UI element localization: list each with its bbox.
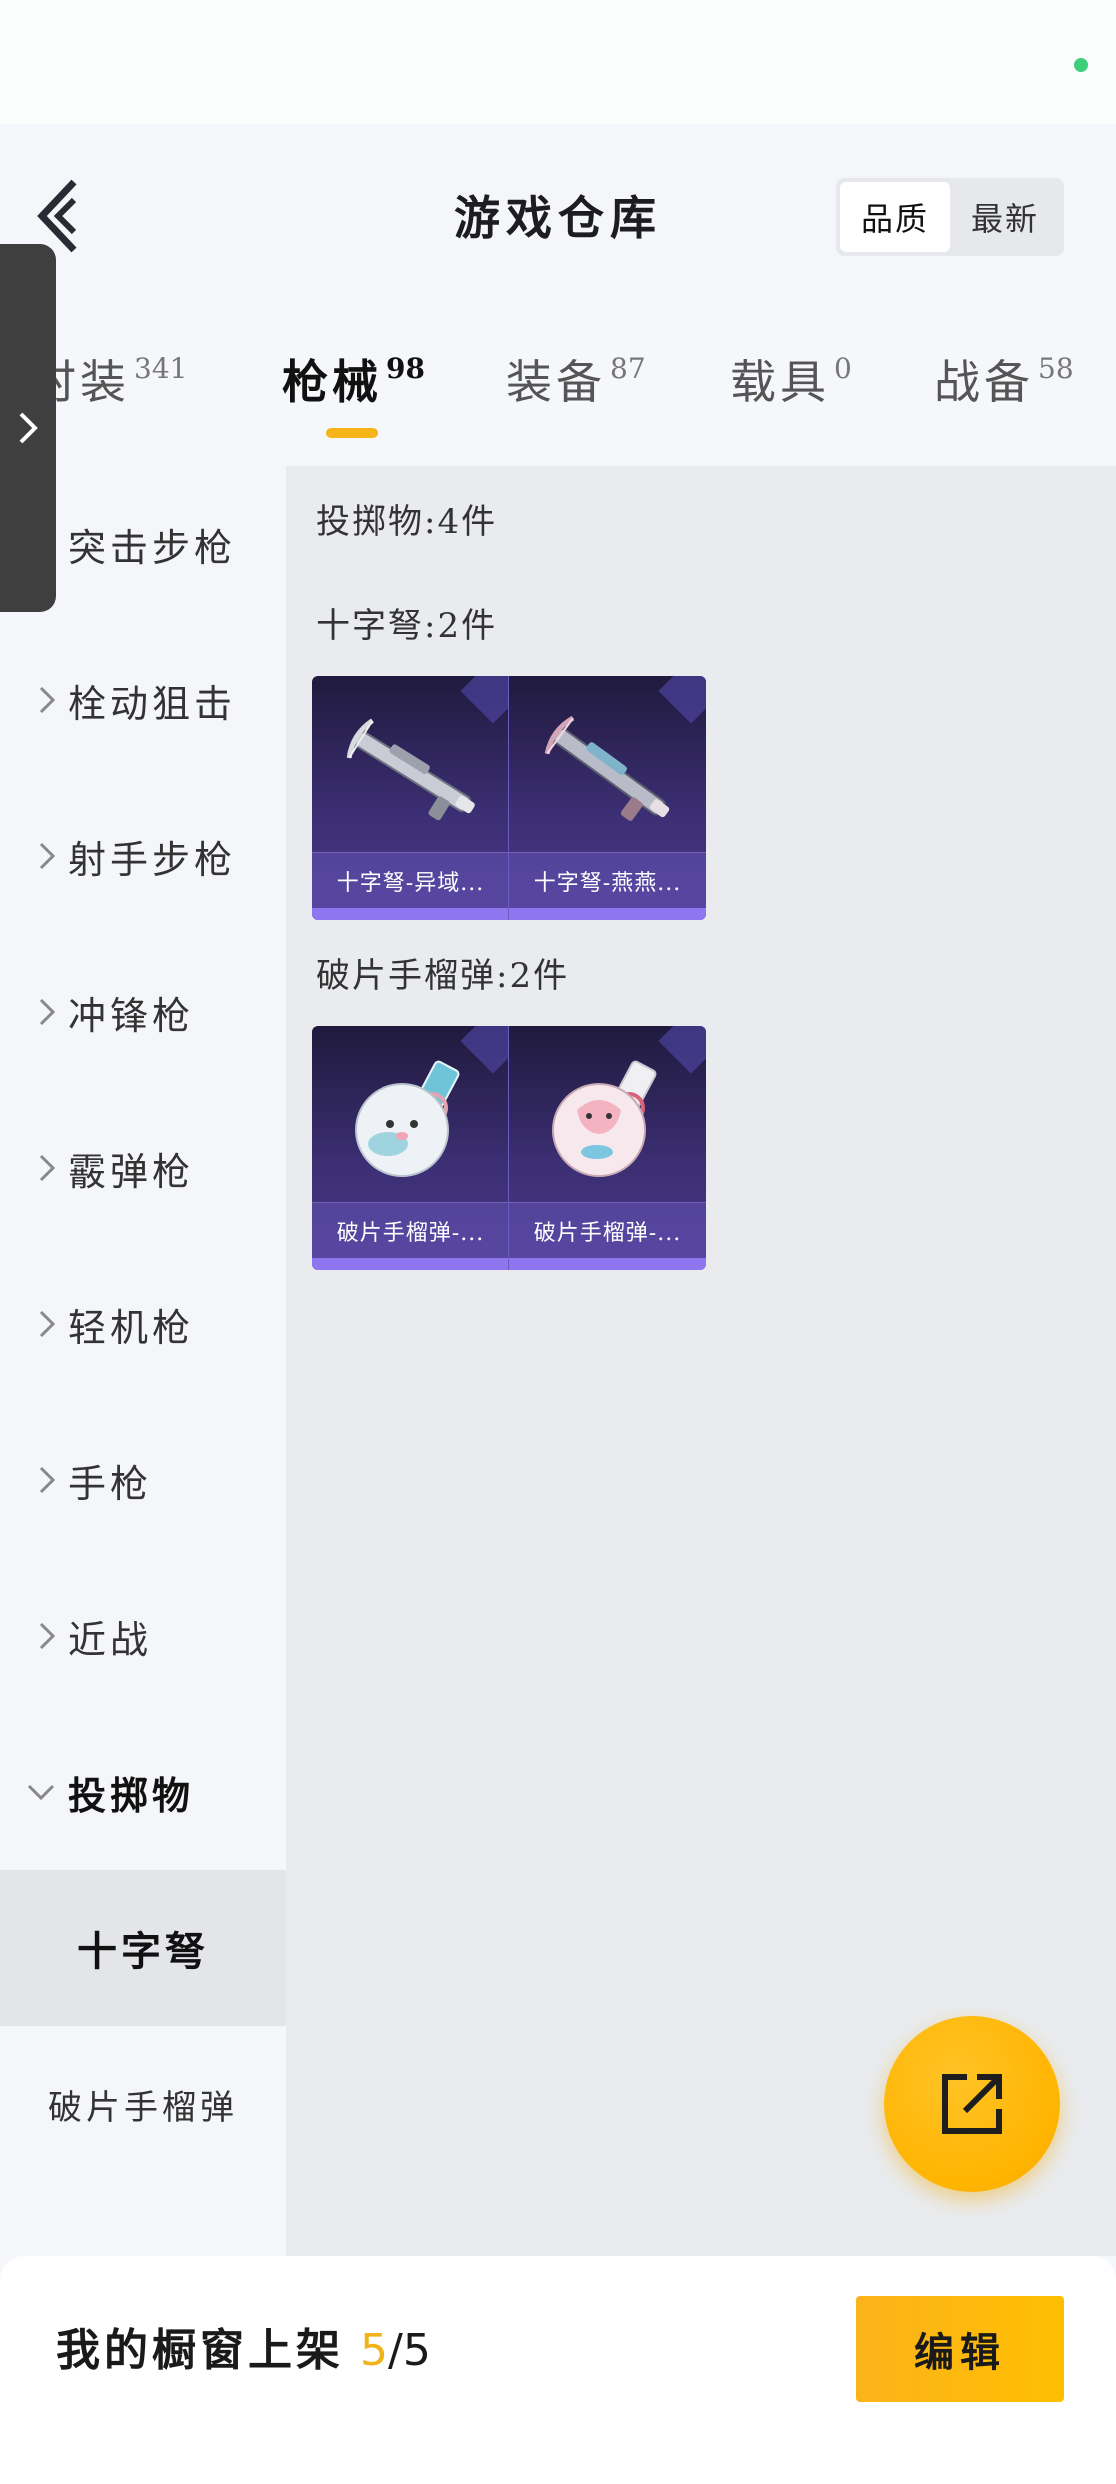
chevron-right-icon xyxy=(0,997,68,1027)
sidebar-item-smg[interactable]: 冲锋枪 xyxy=(0,934,286,1090)
share-icon xyxy=(942,2074,1002,2134)
chevron-right-icon xyxy=(0,685,68,715)
category-tabs: 时装 341 枪械 98 装备 87 载具 0 战备 58 xyxy=(0,320,1116,440)
tab-equipment[interactable]: 装备 87 xyxy=(506,346,646,412)
sort-option-newest[interactable]: 最新 xyxy=(950,182,1060,252)
group-title-crossbow: 十字弩:2件 xyxy=(316,606,498,646)
tab-count: 341 xyxy=(134,352,188,385)
sort-option-quality[interactable]: 品质 xyxy=(840,182,950,252)
sidebar-item-bolt-sniper[interactable]: 栓动狙击 xyxy=(0,622,286,778)
sidebar-item-lmg[interactable]: 轻机枪 xyxy=(0,1246,286,1402)
tab-count: 87 xyxy=(610,352,646,385)
group-title-frag-grenade: 破片手榴弹:2件 xyxy=(316,956,570,996)
showcase-shelf-status: 我的橱窗上架 5 / 5 xyxy=(56,2314,431,2378)
item-card[interactable]: 十字弩-燕燕... xyxy=(509,676,706,920)
rarity-bar xyxy=(509,908,706,920)
sort-toggle[interactable]: 品质 最新 xyxy=(836,178,1064,256)
chevron-right-icon xyxy=(0,1309,68,1339)
item-card[interactable]: 十字弩-异域... xyxy=(312,676,509,920)
sidebar: 突击步枪 栓动狙击 射手步枪 冲锋枪 霰弹枪 轻机枪 手枪 近战 投掷物 十字弩… xyxy=(0,466,286,2256)
rarity-bar xyxy=(509,1258,706,1270)
chevron-right-icon xyxy=(0,841,68,871)
status-dot xyxy=(1074,58,1088,72)
chevron-right-icon xyxy=(0,1621,68,1651)
sidebar-item-label: 栓动狙击 xyxy=(68,681,237,726)
tab-gear[interactable]: 战备 58 xyxy=(934,346,1074,412)
item-card[interactable]: 破片手榴弹-... xyxy=(312,1026,509,1270)
sidebar-subitem-label: 破片手榴弹 xyxy=(48,2087,238,2128)
chevron-right-icon xyxy=(0,1465,68,1495)
sidebar-item-label: 射手步枪 xyxy=(68,837,237,882)
tab-label: 战备 xyxy=(934,355,1034,409)
sidebar-item-shotgun[interactable]: 霰弹枪 xyxy=(0,1090,286,1246)
sidebar-item-throwables[interactable]: 投掷物 xyxy=(0,1714,286,1870)
sidebar-item-pistol[interactable]: 手枪 xyxy=(0,1402,286,1558)
item-card-label: 破片手榴弹-... xyxy=(509,1202,706,1258)
tab-count: 58 xyxy=(1038,352,1074,385)
chevron-right-icon xyxy=(19,412,38,444)
sidebar-item-melee[interactable]: 近战 xyxy=(0,1558,286,1714)
tab-count: 0 xyxy=(834,352,852,385)
grenade-icon xyxy=(355,1060,460,1177)
tab-label: 装备 xyxy=(506,355,606,409)
chevron-down-icon xyxy=(0,1783,68,1801)
tab-label: 枪械 xyxy=(282,355,382,409)
shelf-label: 我的橱窗上架 xyxy=(56,2325,344,2376)
grenade-card-row: 破片手榴弹-... 破片手榴弹-... xyxy=(312,1026,706,1270)
item-card[interactable]: 破片手榴弹-... xyxy=(509,1026,706,1270)
edit-button[interactable]: 编辑 xyxy=(856,2296,1064,2402)
crossbow-icon xyxy=(544,715,670,821)
active-tab-indicator xyxy=(326,428,378,438)
tab-count: 98 xyxy=(386,352,425,385)
sidebar-item-label: 突击步枪 xyxy=(68,525,237,570)
sidebar-item-label: 霰弹枪 xyxy=(68,1149,195,1194)
item-card-label: 十字弩-燕燕... xyxy=(509,852,706,908)
item-card-label: 破片手榴弹-... xyxy=(312,1202,508,1258)
item-card-label: 十字弩-异域... xyxy=(312,852,508,908)
sidebar-subitem-frag-grenade[interactable]: 破片手榴弹 xyxy=(0,2026,286,2182)
tab-label: 载具 xyxy=(730,355,830,409)
grenade-icon xyxy=(552,1060,657,1177)
crossbow-card-row: 十字弩-异域... 十字弩-燕燕... xyxy=(312,676,706,920)
throwables-summary: 投掷物:4件 xyxy=(316,502,498,542)
sidebar-item-label: 冲锋枪 xyxy=(68,993,195,1038)
status-bar xyxy=(0,0,1116,124)
tab-vehicles[interactable]: 载具 0 xyxy=(730,346,852,412)
side-panel-handle[interactable] xyxy=(0,244,56,612)
crossbow-icon xyxy=(346,718,475,821)
sidebar-item-label: 手枪 xyxy=(68,1461,153,1506)
share-fab[interactable] xyxy=(884,2016,1060,2192)
shelf-separator: / xyxy=(388,2325,403,2376)
sidebar-item-label: 近战 xyxy=(68,1617,153,1662)
sidebar-subitem-crossbow[interactable]: 十字弩 xyxy=(0,1870,286,2026)
sidebar-subitem-label: 十字弩 xyxy=(77,1928,209,1975)
chevron-right-icon xyxy=(0,1153,68,1183)
rarity-bar xyxy=(312,908,508,920)
sidebar-item-label: 投掷物 xyxy=(68,1772,195,1818)
tab-firearms[interactable]: 枪械 98 xyxy=(282,346,425,412)
shelf-current-count: 5 xyxy=(360,2325,388,2376)
sidebar-item-label: 轻机枪 xyxy=(68,1305,195,1350)
rarity-bar xyxy=(312,1258,508,1270)
sidebar-item-marksman-rifle[interactable]: 射手步枪 xyxy=(0,778,286,934)
shelf-max-count: 5 xyxy=(402,2325,431,2376)
